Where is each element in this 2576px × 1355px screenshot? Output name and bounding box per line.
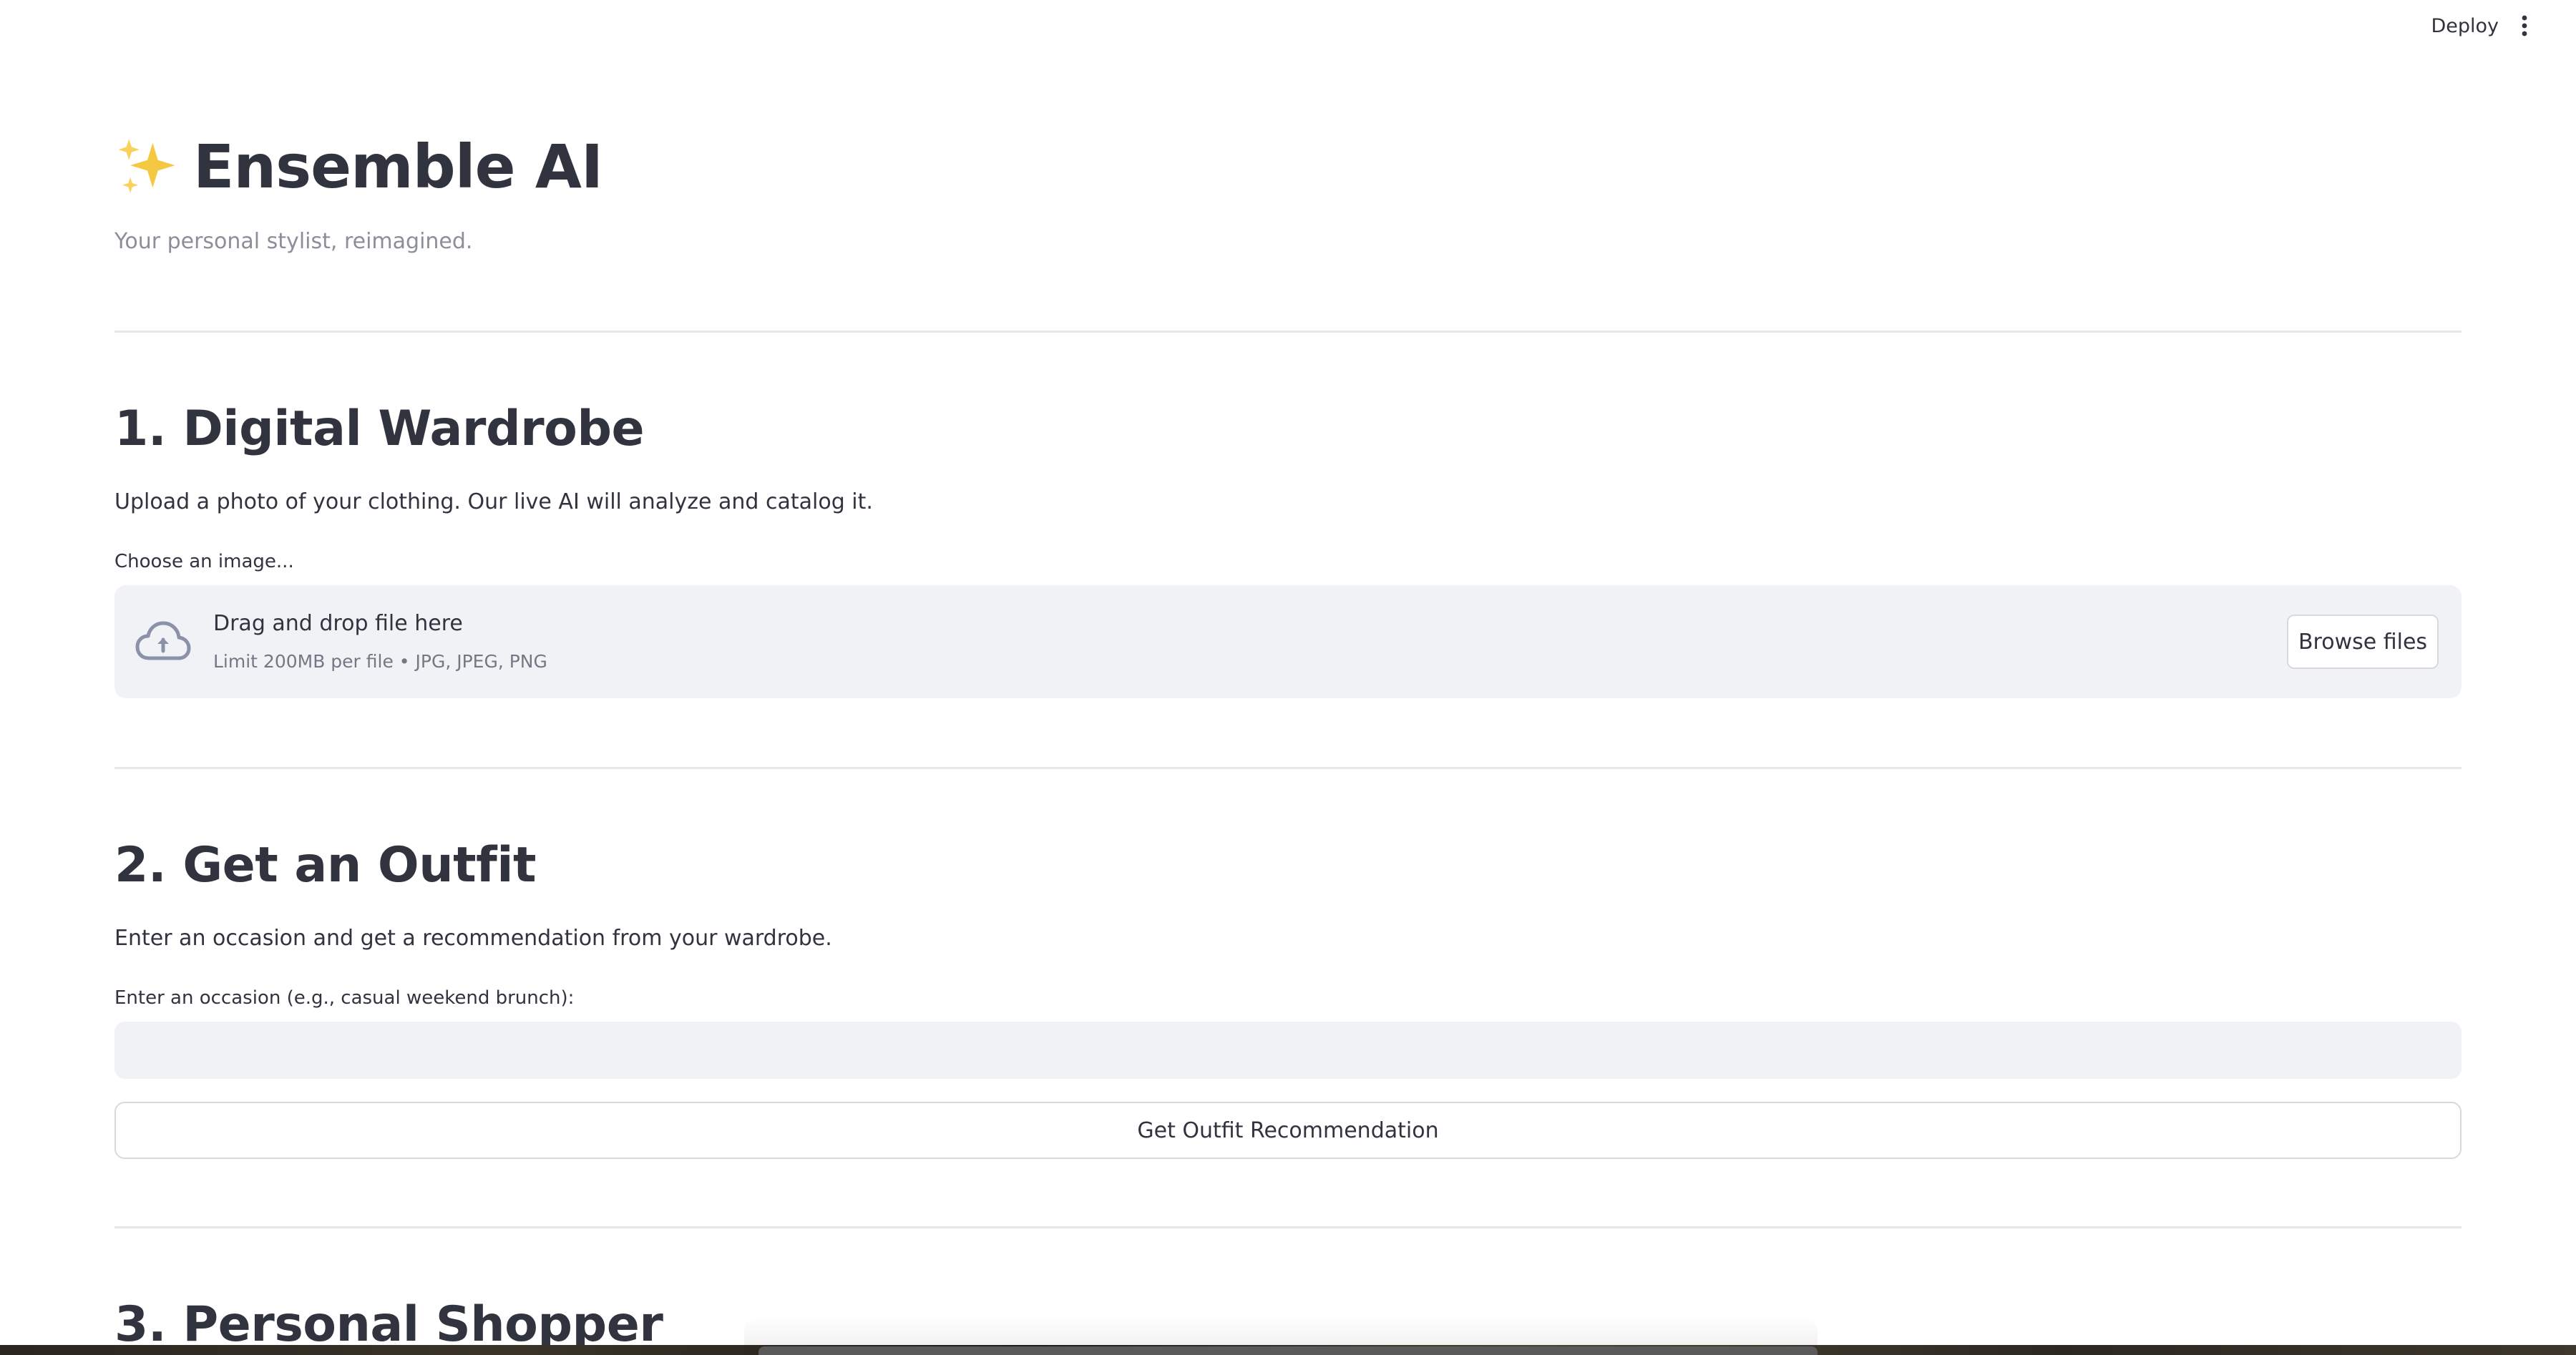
- cloud-upload-icon: [135, 621, 191, 660]
- shopper-heading: 3. Personal Shopper: [114, 1296, 663, 1345]
- browse-files-button[interactable]: Browse files: [2287, 615, 2439, 669]
- section-divider: [114, 1226, 2462, 1228]
- occasion-input[interactable]: [114, 1022, 2462, 1079]
- app-title: Ensemble AI: [193, 132, 603, 202]
- get-outfit-recommendation-button[interactable]: Get Outfit Recommendation: [114, 1102, 2462, 1159]
- dropzone-title: Drag and drop file here: [213, 611, 463, 636]
- wardrobe-heading: 1. Digital Wardrobe: [114, 401, 645, 457]
- outfit-description: Enter an occasion and get a recommendati…: [114, 926, 832, 951]
- occasion-input-label: Enter an occasion (e.g., casual weekend …: [114, 987, 575, 1009]
- main-menu-button[interactable]: [2510, 10, 2539, 41]
- app-title-row: Ensemble AI: [114, 127, 603, 206]
- app-page: Deploy Ensemble AI Your personal stylist…: [0, 0, 2576, 1345]
- vertical-ellipsis-icon: [2522, 15, 2527, 36]
- section-divider: [114, 767, 2462, 769]
- window-dock-handle: [758, 1346, 1818, 1355]
- sparkles-icon: [118, 139, 175, 193]
- wardrobe-description: Upload a photo of your clothing. Our liv…: [114, 489, 873, 514]
- app-subtitle: Your personal stylist, reimagined.: [114, 229, 473, 254]
- file-dropzone[interactable]: Drag and drop file here Limit 200MB per …: [114, 585, 2462, 698]
- outfit-heading: 2. Get an Outfit: [114, 837, 537, 894]
- uploader-label: Choose an image...: [114, 551, 294, 572]
- section-divider: [114, 331, 2462, 333]
- main-content: Ensemble AI Your personal stylist, reima…: [114, 0, 2462, 1345]
- bottom-shadow: [744, 1316, 1818, 1345]
- dropzone-limit-text: Limit 200MB per file • JPG, JPEG, PNG: [213, 651, 547, 672]
